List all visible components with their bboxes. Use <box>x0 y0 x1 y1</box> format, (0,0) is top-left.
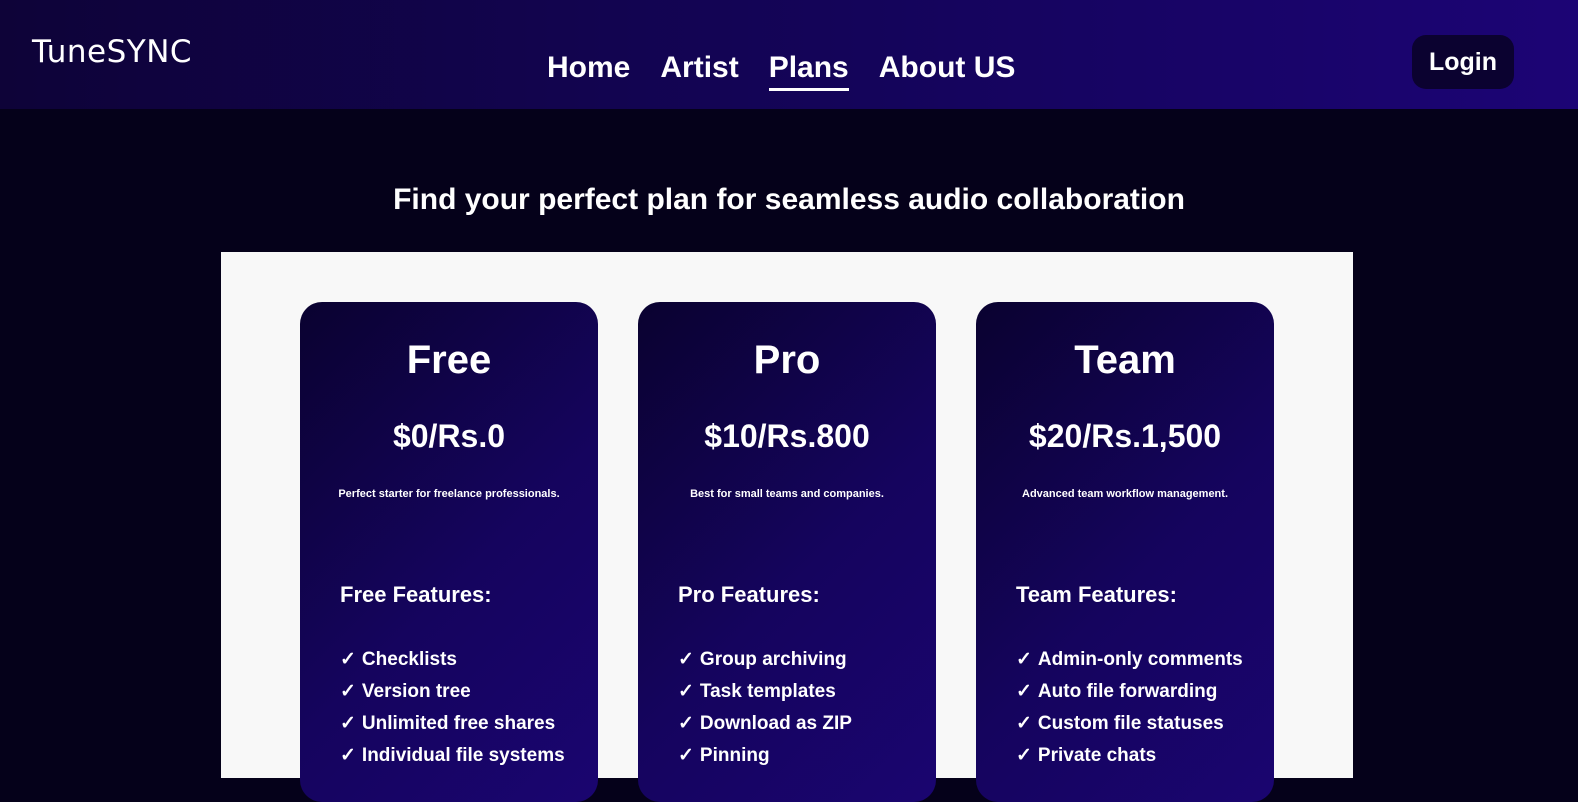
login-button[interactable]: Login <box>1412 35 1514 89</box>
feature-label: Task templates <box>699 681 836 702</box>
feature-list: ✓ Checklists ✓ Version tree ✓ Unlimited fre… <box>340 644 565 772</box>
feature-item: ✓ Checklists <box>340 644 565 676</box>
plan-description: Advanced team workflow management. <box>1022 488 1228 500</box>
feature-item: ✓ Auto file forwarding <box>1016 676 1243 708</box>
feature-item: ✓ Private chats <box>1016 740 1243 772</box>
feature-label: Pinning <box>699 745 770 766</box>
check-icon: ✓ <box>678 713 694 734</box>
feature-item: ✓ Custom file statuses <box>1016 708 1243 740</box>
feature-label: Version tree <box>361 681 471 702</box>
plan-description: Best for small teams and companies. <box>690 488 884 500</box>
check-icon: ✓ <box>340 681 356 702</box>
plan-card-team: Team $20/Rs.1,500 Advanced team workflow… <box>976 302 1274 802</box>
plan-price: $20/Rs.1,500 <box>1028 418 1222 454</box>
check-icon: ✓ <box>340 713 356 734</box>
top-navbar: TuneSYNC Home Artist Plans About US Logi… <box>0 0 1578 109</box>
check-icon: ✓ <box>1016 649 1032 670</box>
feature-item: ✓ Admin-only comments <box>1016 644 1243 676</box>
nav-artist[interactable]: Artist <box>660 50 738 88</box>
feature-item: ✓ Group archiving <box>678 644 852 676</box>
check-icon: ✓ <box>340 649 356 670</box>
nav-plans[interactable]: Plans <box>768 50 849 91</box>
nav-about-us[interactable]: About US <box>879 50 1016 88</box>
plan-name: Team <box>1074 338 1176 382</box>
feature-item: ✓ Task templates <box>678 676 852 708</box>
features-heading: Team Features: <box>1016 582 1177 607</box>
feature-list: ✓ Admin-only comments ✓ Auto file forwardi… <box>1016 644 1243 772</box>
plans-panel: Free $0/Rs.0 Perfect starter for freelan… <box>221 252 1353 802</box>
feature-label: Individual file systems <box>361 745 565 766</box>
feature-label: Group archiving <box>699 649 847 670</box>
feature-item: ✓ Pinning <box>678 740 852 772</box>
feature-item: ✓ Unlimited free shares <box>340 708 565 740</box>
check-icon: ✓ <box>1016 681 1032 702</box>
plan-description: Perfect starter for freelance profession… <box>338 488 560 500</box>
feature-label: Download as ZIP <box>699 713 852 734</box>
page-headline: Find your perfect plan for seamless audi… <box>393 183 1185 216</box>
feature-label: Admin-only comments <box>1037 649 1243 670</box>
feature-label: Auto file forwarding <box>1037 681 1218 702</box>
features-heading: Pro Features: <box>678 582 820 607</box>
features-heading: Free Features: <box>340 582 492 607</box>
check-icon: ✓ <box>678 745 694 766</box>
check-icon: ✓ <box>1016 745 1032 766</box>
plan-name: Pro <box>753 338 821 382</box>
feature-label: Private chats <box>1037 745 1157 766</box>
check-icon: ✓ <box>678 649 694 670</box>
logo[interactable]: TuneSYNC <box>32 34 192 70</box>
plan-card-pro: Pro $10/Rs.800 Best for small teams and … <box>638 302 936 802</box>
feature-item: ✓ Version tree <box>340 676 565 708</box>
plan-price: $10/Rs.800 <box>704 418 870 454</box>
check-icon: ✓ <box>1016 713 1032 734</box>
check-icon: ✓ <box>678 681 694 702</box>
plan-card-free: Free $0/Rs.0 Perfect starter for freelan… <box>300 302 598 802</box>
plan-price: $0/Rs.0 <box>392 418 506 454</box>
feature-label: Checklists <box>361 649 457 670</box>
plan-name: Free <box>406 338 492 382</box>
main-nav: Home Artist Plans About US <box>547 50 1015 91</box>
nav-home[interactable]: Home <box>547 50 630 88</box>
check-icon: ✓ <box>340 745 356 766</box>
feature-label: Unlimited free shares <box>361 713 556 734</box>
feature-item: ✓ Individual file systems <box>340 740 565 772</box>
feature-list: ✓ Group archiving ✓ Task templates ✓ Downlo… <box>678 644 852 772</box>
feature-label: Custom file statuses <box>1037 713 1224 734</box>
feature-item: ✓ Download as ZIP <box>678 708 852 740</box>
